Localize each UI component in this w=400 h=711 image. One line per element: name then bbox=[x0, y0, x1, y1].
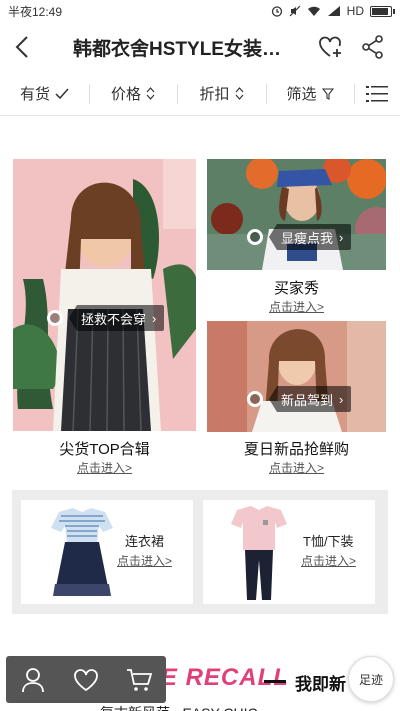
feature-tag[interactable]: 拯救不会穿 › bbox=[47, 305, 165, 331]
user-icon bbox=[21, 667, 44, 692]
category-card-tshirt[interactable]: T恤/下装 点击进入> bbox=[203, 500, 375, 604]
follow-button[interactable] bbox=[310, 22, 352, 72]
favorites-button[interactable] bbox=[59, 656, 112, 703]
filter-label: 折扣 bbox=[199, 86, 230, 103]
model-photo bbox=[207, 159, 386, 270]
tag-pill: 拯救不会穿 › bbox=[69, 305, 165, 331]
screen: 半夜12:49 HD 韩都衣舍HSTYLE女装… 有货 价格 折扣 筛选 拯救不… bbox=[0, 0, 400, 711]
feature-tag[interactable]: 显瘦点我 › bbox=[247, 224, 352, 250]
tag-pill: 显瘦点我 › bbox=[269, 224, 352, 250]
headline-dash bbox=[264, 680, 286, 683]
enter-link[interactable]: 点击进入> bbox=[207, 459, 386, 476]
cart-button[interactable] bbox=[113, 656, 166, 703]
tshirt-thumbnail bbox=[231, 506, 287, 600]
page-title: 韩都衣舍HSTYLE女装… bbox=[73, 38, 281, 60]
feature-image-summer-new[interactable]: 新品驾到 › bbox=[207, 321, 386, 432]
cart-icon bbox=[127, 668, 153, 691]
filter-label: 价格 bbox=[110, 86, 141, 103]
hotspot-dot bbox=[247, 391, 263, 407]
tag-text: 拯救不会穿 bbox=[81, 311, 147, 327]
category-label: 连衣裙 bbox=[125, 534, 165, 549]
feature-tag[interactable]: 新品驾到 › bbox=[247, 386, 352, 412]
back-icon bbox=[15, 36, 28, 58]
chevron-right-icon: › bbox=[152, 310, 157, 326]
footprint-button[interactable]: 足迹 bbox=[348, 656, 394, 702]
promo-headline: 我即新 bbox=[295, 675, 346, 694]
mute-icon bbox=[289, 5, 301, 17]
model-photo bbox=[13, 159, 196, 431]
status-icons: HD bbox=[271, 4, 395, 18]
promo-subline: 复古新风范 · EASY CHIC bbox=[100, 703, 258, 711]
feature-image-buyer-show[interactable]: 显瘦点我 › bbox=[207, 159, 386, 270]
network-label: HD bbox=[346, 4, 364, 18]
filter-in-stock[interactable]: 有货 bbox=[0, 72, 89, 116]
feature-caption: 夏日新品抢鲜购 bbox=[243, 441, 349, 458]
funnel-icon bbox=[321, 87, 334, 100]
battery-icon bbox=[370, 5, 395, 17]
chevron-right-icon: › bbox=[339, 391, 344, 407]
back-button[interactable] bbox=[0, 22, 44, 72]
chevron-right-icon: › bbox=[339, 229, 344, 245]
feature-caption: 买家秀 bbox=[273, 280, 319, 297]
account-button[interactable] bbox=[6, 656, 59, 703]
sort-icon bbox=[235, 87, 243, 100]
header: 韩都衣舍HSTYLE女装… bbox=[0, 22, 400, 72]
wifi-icon bbox=[307, 6, 320, 16]
model-photo bbox=[207, 321, 386, 432]
status-time: 半夜12:49 bbox=[8, 4, 63, 19]
category-enter-link[interactable]: 点击进入> bbox=[117, 552, 172, 569]
tag-text: 显瘦点我 bbox=[281, 230, 334, 246]
category-card-dress[interactable]: 连衣裙 点击进入> bbox=[21, 500, 193, 604]
category-panel: 连衣裙 点击进入> T恤/下装 点击进入> bbox=[12, 490, 388, 614]
category-label: T恤/下装 bbox=[303, 534, 354, 549]
category-enter-link[interactable]: 点击进入> bbox=[301, 552, 356, 569]
enter-link[interactable]: 点击进入> bbox=[13, 459, 196, 476]
alarm-icon bbox=[271, 6, 282, 17]
feature-image-top-picks[interactable]: 拯救不会穿 › bbox=[13, 159, 196, 431]
share-button[interactable] bbox=[352, 22, 394, 72]
filter-price[interactable]: 价格 bbox=[89, 72, 177, 116]
list-icon bbox=[366, 85, 388, 102]
footprint-label: 足迹 bbox=[358, 672, 383, 687]
filter-label: 筛选 bbox=[286, 86, 317, 103]
sort-icon bbox=[146, 87, 155, 100]
tag-pill: 新品驾到 › bbox=[269, 386, 352, 412]
status-bar: 半夜12:49 HD bbox=[0, 0, 400, 22]
enter-link[interactable]: 点击进入> bbox=[207, 298, 386, 315]
share-icon bbox=[362, 35, 383, 59]
tag-text: 新品驾到 bbox=[281, 392, 334, 408]
feature-caption: 尖货TOP合辑 bbox=[59, 441, 150, 458]
filter-label: 有货 bbox=[19, 86, 50, 103]
filter-bar: 有货 价格 折扣 筛选 bbox=[0, 72, 400, 116]
list-view-toggle[interactable] bbox=[354, 72, 400, 116]
heart-icon bbox=[74, 668, 98, 691]
signal-icon bbox=[327, 6, 340, 16]
filter-screen[interactable]: 筛选 bbox=[266, 72, 354, 116]
filter-discount[interactable]: 折扣 bbox=[177, 72, 266, 116]
hotspot-dot bbox=[247, 229, 263, 245]
hotspot-dot bbox=[47, 310, 63, 326]
heart-plus-icon bbox=[319, 36, 341, 57]
checkmark-icon bbox=[55, 88, 69, 99]
floating-toolbar bbox=[6, 656, 166, 703]
dress-thumbnail bbox=[51, 508, 113, 596]
